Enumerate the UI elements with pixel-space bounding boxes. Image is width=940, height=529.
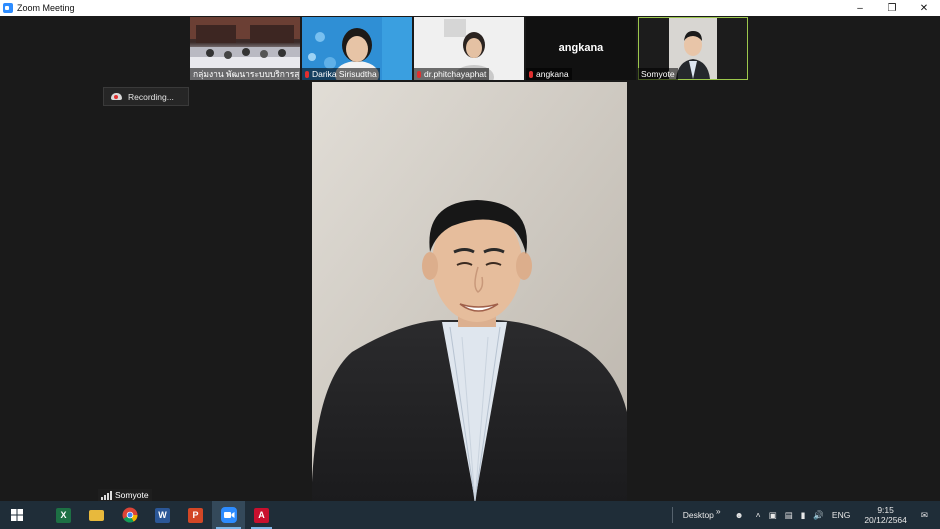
start-button[interactable] — [0, 501, 33, 529]
windows-taskbar: X W P A Desktop » ☻ ˄ ▣ ▤ ▮ 🔊 ENG 9:15 2… — [0, 501, 940, 529]
windows-logo-icon — [10, 509, 23, 521]
powerpoint-icon: P — [188, 507, 203, 523]
clock-time: 9:15 — [877, 505, 894, 515]
cloud-recording-icon — [111, 93, 122, 100]
mic-muted-icon — [529, 70, 533, 78]
participant-tile-active[interactable]: Somyote — [638, 17, 748, 80]
participant-tile[interactable]: dr.phitchayaphat — [414, 17, 524, 80]
recording-label: Recording... — [128, 91, 174, 102]
system-tray: Desktop » ☻ ˄ ▣ ▤ ▮ 🔊 ENG 9:15 20/12/256… — [671, 501, 940, 529]
clock-date: 20/12/2564 — [864, 515, 907, 525]
close-button[interactable]: ✕ — [908, 0, 940, 16]
chrome-icon — [122, 507, 137, 523]
minimize-icon: – — [857, 2, 863, 14]
volume-icon[interactable]: 🔊 — [813, 510, 824, 521]
active-speaker-label: Somyote — [98, 489, 152, 501]
participant-name: Somyote — [638, 68, 678, 80]
restore-button[interactable]: ❐ — [876, 0, 908, 16]
network-icon[interactable]: ▤ — [785, 510, 793, 521]
battery-icon[interactable]: ▮ — [801, 510, 806, 521]
excel-icon: X — [56, 507, 71, 523]
participant-tile[interactable]: Darika Sirisudtha — [302, 17, 412, 80]
meet-now-icon[interactable]: ▣ — [769, 510, 777, 521]
participant-name: angkana — [526, 68, 572, 80]
recording-indicator[interactable]: Recording... — [103, 87, 189, 106]
participant-name: Darika Sirisudtha — [302, 68, 380, 80]
tray-separator — [671, 507, 673, 523]
desktop-toolbar-label[interactable]: Desktop — [683, 510, 714, 520]
notifications-icon[interactable]: ✉ — [921, 510, 928, 521]
gallery-strip: กลุ่มงาน พัฒนาระบบบริการสุ... Darika Sir… — [190, 17, 748, 80]
participant-name: dr.phitchayaphat — [414, 68, 490, 80]
taskbar-excel[interactable]: X — [47, 501, 80, 529]
people-icon[interactable]: ☻ — [735, 510, 744, 520]
participant-name: กลุ่มงาน พัฒนาระบบบริการสุ... — [190, 68, 300, 80]
input-language[interactable]: ENG — [832, 510, 850, 520]
window-title: Zoom Meeting — [17, 3, 75, 13]
word-icon: W — [155, 507, 170, 523]
participant-center-name: angkana — [558, 42, 604, 54]
taskbar-zoom[interactable] — [212, 501, 245, 529]
restore-icon: ❐ — [887, 2, 897, 14]
folder-icon — [89, 509, 104, 521]
minimize-button[interactable]: – — [844, 0, 876, 16]
zoom-icon — [220, 507, 237, 523]
taskbar-chrome[interactable] — [113, 501, 146, 529]
participant-tile[interactable]: กลุ่มงาน พัฒนาระบบบริการสุ... — [190, 17, 300, 80]
mic-muted-icon — [305, 70, 309, 78]
title-bar: Zoom Meeting – ❐ ✕ — [0, 0, 940, 16]
taskbar-file-explorer[interactable] — [80, 501, 113, 529]
close-icon: ✕ — [919, 2, 929, 14]
show-hidden-icons-chevron-icon[interactable]: ˄ — [756, 510, 761, 520]
toolbar-chevron-icon[interactable]: » — [716, 506, 721, 516]
taskbar-word[interactable]: W — [146, 501, 179, 529]
taskbar-powerpoint[interactable]: P — [179, 501, 212, 529]
clock[interactable]: 9:15 20/12/2564 — [860, 505, 911, 525]
active-speaker-video — [312, 82, 627, 501]
participant-tile[interactable]: angkana angkana — [526, 17, 636, 80]
acrobat-icon: A — [254, 507, 269, 523]
signal-strength-icon — [101, 490, 112, 500]
speaker-video-image — [312, 82, 627, 501]
mic-muted-icon — [417, 70, 421, 78]
taskbar-acrobat[interactable]: A — [245, 501, 278, 529]
zoom-app-icon — [3, 3, 13, 13]
active-speaker-name: Somyote — [115, 490, 149, 500]
